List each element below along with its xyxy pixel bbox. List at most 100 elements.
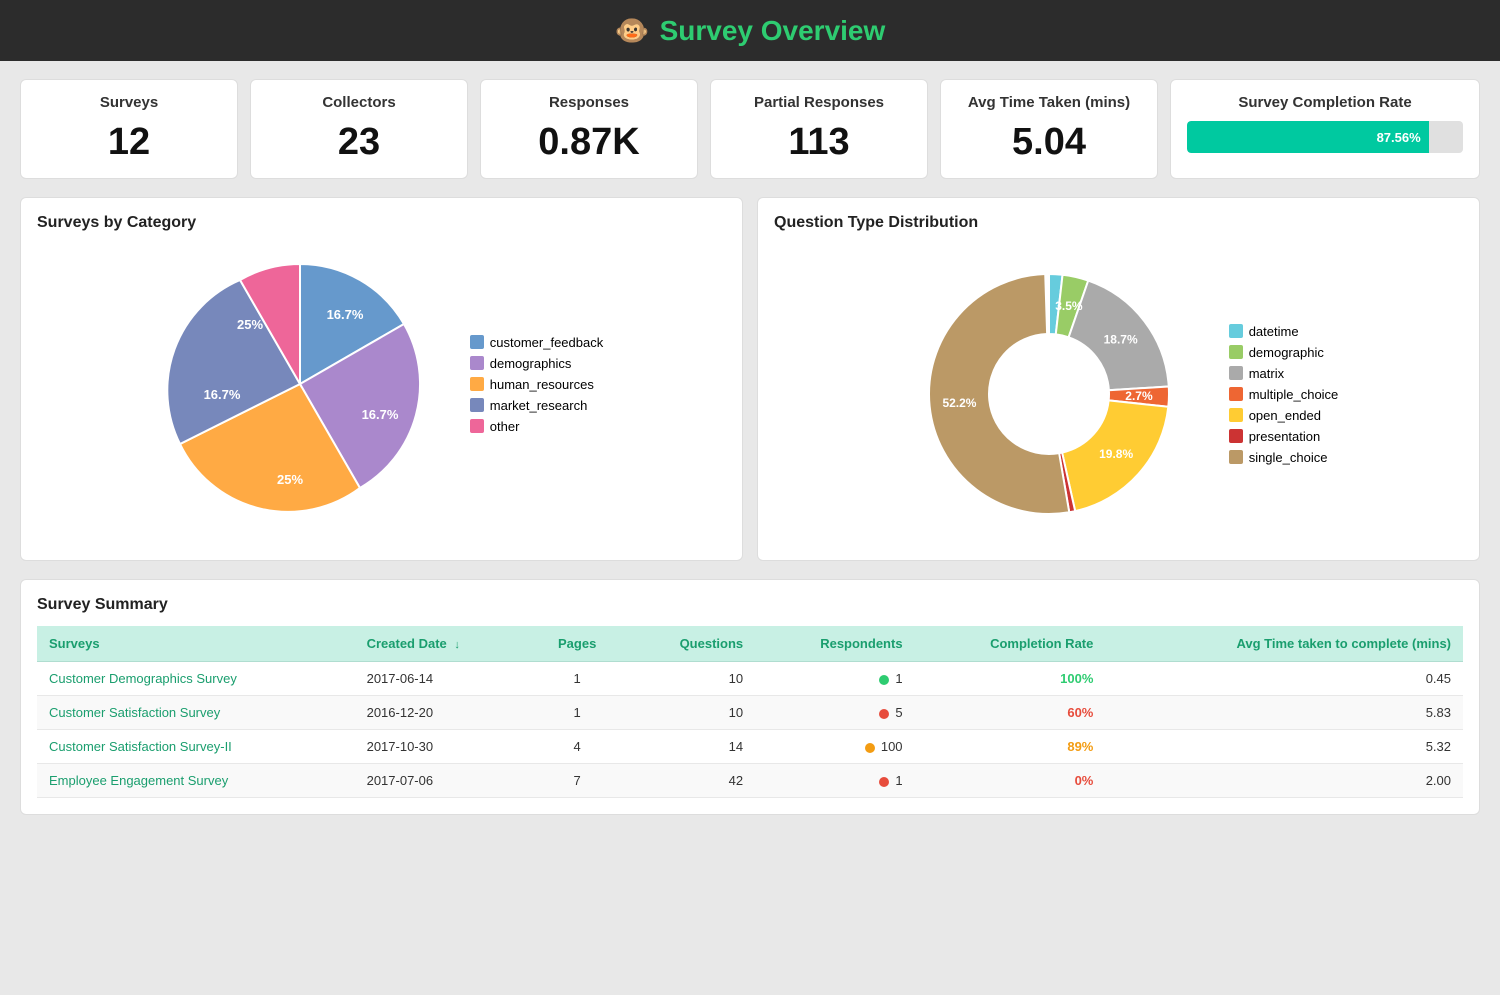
col-created-date: Created Date ↓ — [355, 626, 531, 662]
cell-respondents: 1 — [755, 764, 914, 798]
legend-item-matrix: matrix — [1229, 366, 1339, 381]
cell-pages: 1 — [530, 696, 623, 730]
pie-chart-svg: 16.7% 16.7% 25% 16.7% 25% — [160, 244, 440, 524]
completion-bar-fill: 87.56% — [1187, 121, 1429, 153]
cell-completion: 60% — [915, 696, 1106, 730]
main-content: Surveys 12 Collectors 23 Responses 0.87K… — [0, 61, 1500, 833]
svg-text:25%: 25% — [277, 472, 303, 487]
col-questions: Questions — [624, 626, 755, 662]
responses-label: Responses — [497, 94, 681, 111]
cell-date: 2017-06-14 — [355, 662, 531, 696]
table-body: Customer Demographics Survey 2017-06-14 … — [37, 662, 1463, 798]
cell-pages: 7 — [530, 764, 623, 798]
legend-item-multiple-choice: multiple_choice — [1229, 387, 1339, 402]
logo-icon: 🐵 — [615, 14, 650, 47]
cell-respondents: 100 — [755, 730, 914, 764]
legend-color-demographic — [1229, 345, 1243, 359]
svg-text:18.7%: 18.7% — [1103, 333, 1137, 347]
table-row: Customer Satisfaction Survey 2016-12-20 … — [37, 696, 1463, 730]
legend-item-datetime: datetime — [1229, 324, 1339, 339]
surveys-stat: Surveys 12 — [20, 79, 238, 179]
cell-questions: 14 — [624, 730, 755, 764]
surveys-label: Surveys — [37, 94, 221, 111]
cell-date: 2017-07-06 — [355, 764, 531, 798]
legend-color-other — [470, 419, 484, 433]
collectors-stat: Collectors 23 — [250, 79, 468, 179]
legend-color-matrix — [1229, 366, 1243, 380]
donut-chart-title: Question Type Distribution — [774, 214, 1463, 232]
legend-label-demographics: demographics — [490, 356, 572, 371]
pie-chart-legend: customer_feedback demographics human_res… — [470, 335, 603, 434]
completion-stat: Survey Completion Rate 87.56% — [1170, 79, 1480, 179]
table-row: Customer Demographics Survey 2017-06-14 … — [37, 662, 1463, 696]
pie-chart-card: Surveys by Category — [20, 197, 743, 561]
col-surveys: Surveys — [37, 626, 355, 662]
cell-questions: 10 — [624, 696, 755, 730]
surveys-value: 12 — [37, 121, 221, 164]
cell-survey-name[interactable]: Customer Demographics Survey — [37, 662, 355, 696]
col-respondents: Respondents — [755, 626, 914, 662]
partial-label: Partial Responses — [727, 94, 911, 111]
cell-pages: 1 — [530, 662, 623, 696]
legend-label-human-resources: human_resources — [490, 377, 594, 392]
summary-title: Survey Summary — [37, 596, 1463, 614]
legend-item-demographic: demographic — [1229, 345, 1339, 360]
donut-chart-card: Question Type Distribution — [757, 197, 1480, 561]
legend-label-market-research: market_research — [490, 398, 588, 413]
responses-value: 0.87K — [497, 121, 681, 164]
legend-item-market-research: market_research — [470, 398, 603, 413]
collectors-value: 23 — [267, 121, 451, 164]
legend-item-open-ended: open_ended — [1229, 408, 1339, 423]
table-row: Customer Satisfaction Survey-II 2017-10-… — [37, 730, 1463, 764]
legend-label-matrix: matrix — [1249, 366, 1284, 381]
legend-color-multiple-choice — [1229, 387, 1243, 401]
cell-survey-name[interactable]: Customer Satisfaction Survey-II — [37, 730, 355, 764]
svg-text:16.7%: 16.7% — [361, 407, 398, 422]
legend-item-customer-feedback: customer_feedback — [470, 335, 603, 350]
legend-label-single-choice: single_choice — [1249, 450, 1328, 465]
svg-text:2.7%: 2.7% — [1125, 389, 1153, 403]
legend-item-presentation: presentation — [1229, 429, 1339, 444]
completion-bar-container: 87.56% — [1187, 121, 1463, 153]
svg-text:16.7%: 16.7% — [326, 307, 363, 322]
avg-time-value: 5.04 — [957, 121, 1141, 164]
legend-label-demographic: demographic — [1249, 345, 1324, 360]
cell-avg-time: 0.45 — [1105, 662, 1463, 696]
partial-stat: Partial Responses 113 — [710, 79, 928, 179]
sort-arrow: ↓ — [454, 639, 460, 651]
legend-color-demographics — [470, 356, 484, 370]
legend-color-human-resources — [470, 377, 484, 391]
legend-item-demographics: demographics — [470, 356, 603, 371]
col-avg-time: Avg Time taken to complete (mins) — [1105, 626, 1463, 662]
svg-text:3.5%: 3.5% — [1055, 299, 1083, 313]
svg-text:52.2%: 52.2% — [942, 396, 976, 410]
legend-item-single-choice: single_choice — [1229, 450, 1339, 465]
avg-time-stat: Avg Time Taken (mins) 5.04 — [940, 79, 1158, 179]
legend-color-single-choice — [1229, 450, 1243, 464]
legend-color-datetime — [1229, 324, 1243, 338]
col-pages: Pages — [530, 626, 623, 662]
responses-stat: Responses 0.87K — [480, 79, 698, 179]
cell-questions: 10 — [624, 662, 755, 696]
page-title: Survey Overview — [660, 15, 886, 47]
table-row: Employee Engagement Survey 2017-07-06 7 … — [37, 764, 1463, 798]
cell-date: 2016-12-20 — [355, 696, 531, 730]
legend-label-open-ended: open_ended — [1249, 408, 1321, 423]
survey-table: Surveys Created Date ↓ Pages Questions R… — [37, 626, 1463, 798]
cell-survey-name[interactable]: Employee Engagement Survey — [37, 764, 355, 798]
cell-survey-name[interactable]: Customer Satisfaction Survey — [37, 696, 355, 730]
page-header: 🐵 Survey Overview — [0, 0, 1500, 61]
legend-color-market-research — [470, 398, 484, 412]
table-header-row: Surveys Created Date ↓ Pages Questions R… — [37, 626, 1463, 662]
stats-row: Surveys 12 Collectors 23 Responses 0.87K… — [20, 79, 1480, 179]
pie-chart-title: Surveys by Category — [37, 214, 726, 232]
legend-item-other: other — [470, 419, 603, 434]
legend-label-customer-feedback: customer_feedback — [490, 335, 603, 350]
donut-chart-content: 3.5%18.7%2.7%19.8%52.2% datetime demogra… — [774, 244, 1463, 544]
cell-date: 2017-10-30 — [355, 730, 531, 764]
donut-chart-legend: datetime demographic matrix multiple_cho… — [1229, 324, 1339, 465]
cell-respondents: 5 — [755, 696, 914, 730]
completion-label: Survey Completion Rate — [1187, 94, 1463, 111]
partial-value: 113 — [727, 121, 911, 164]
legend-item-human-resources: human_resources — [470, 377, 603, 392]
